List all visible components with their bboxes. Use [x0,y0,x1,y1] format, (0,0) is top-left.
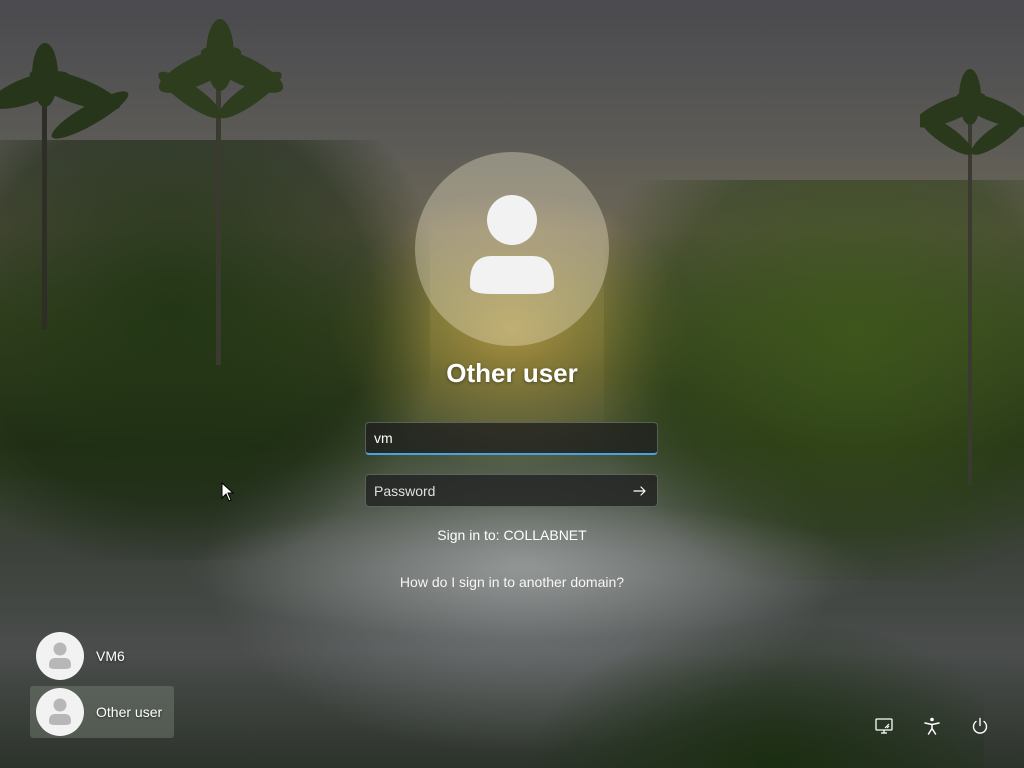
network-icon [875,718,893,734]
person-icon [49,698,71,725]
power-icon [972,717,988,734]
user-tile-vm6[interactable]: VM6 [30,630,174,682]
arrow-right-icon [633,486,646,496]
user-list: VM6 Other user [30,630,180,742]
accessibility-button[interactable] [916,710,948,742]
avatar [36,632,84,680]
submit-button[interactable] [629,480,651,502]
other-domain-link[interactable]: How do I sign in to another domain? [312,574,712,590]
sign-in-domain-text: Sign in to: COLLABNET [437,527,587,543]
lock-screen: Other user Sign in to: COLLABNET How do … [0,0,1024,768]
accessibility-icon [924,717,940,735]
network-button[interactable] [868,710,900,742]
password-input[interactable] [366,475,657,506]
user-tile-label: Other user [96,704,163,720]
user-avatar-large [415,152,609,346]
mouse-cursor-icon [221,482,235,502]
person-icon [49,642,71,669]
username-field-container [365,422,658,455]
background-palm-right [920,69,1024,485]
avatar [36,688,84,736]
background-palm-far-left [0,43,129,330]
user-tile-other-user[interactable]: Other user [30,686,174,738]
username-input[interactable] [366,423,657,453]
selected-user-name: Other user [446,358,578,388]
person-icon [470,195,554,294]
power-button[interactable] [964,710,996,742]
password-field-container [365,474,658,507]
background-foreground-plants [524,618,984,768]
user-tile-label: VM6 [96,648,125,664]
background-palm-left [158,19,284,365]
